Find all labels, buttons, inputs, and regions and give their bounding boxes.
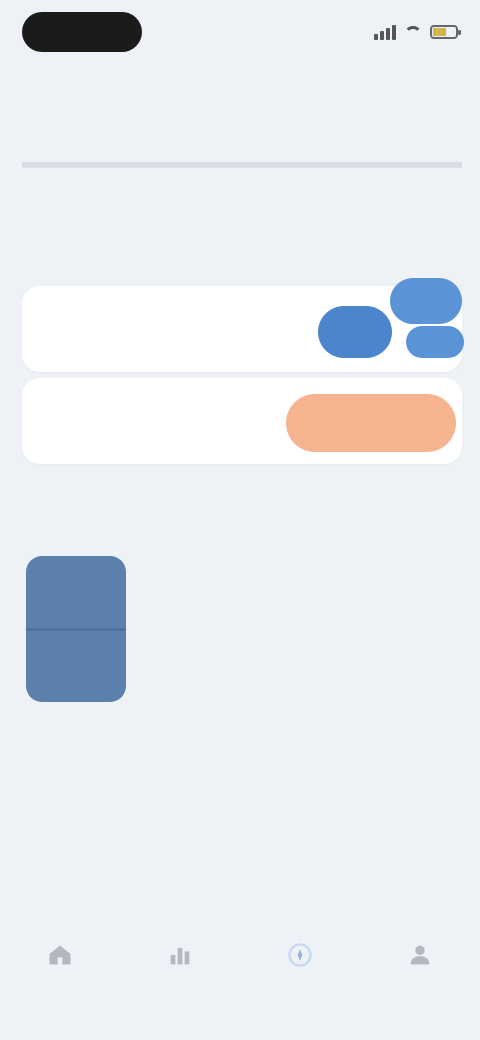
home-icon xyxy=(45,940,75,970)
tab-stats[interactable] xyxy=(140,940,220,976)
blue-chip-b[interactable] xyxy=(390,278,462,324)
tab-home[interactable] xyxy=(20,940,100,976)
chart-icon xyxy=(165,940,195,970)
tab-profile[interactable] xyxy=(380,940,460,976)
time-pill xyxy=(22,12,142,52)
card-divider xyxy=(26,628,126,631)
tab-bar xyxy=(0,940,480,1020)
tab-explore[interactable] xyxy=(260,940,340,976)
battery-icon xyxy=(430,25,461,39)
signal-icon xyxy=(374,24,396,40)
orange-chip[interactable] xyxy=(286,394,456,452)
status-icons xyxy=(374,24,461,40)
blue-chip-c[interactable] xyxy=(406,326,464,358)
wifi-icon xyxy=(404,26,422,38)
section-title xyxy=(22,146,462,168)
profile-icon xyxy=(405,940,435,970)
status-bar xyxy=(0,0,480,64)
blue-chip-a[interactable] xyxy=(318,306,392,358)
color-card[interactable] xyxy=(26,556,126,702)
compass-icon xyxy=(285,940,315,970)
